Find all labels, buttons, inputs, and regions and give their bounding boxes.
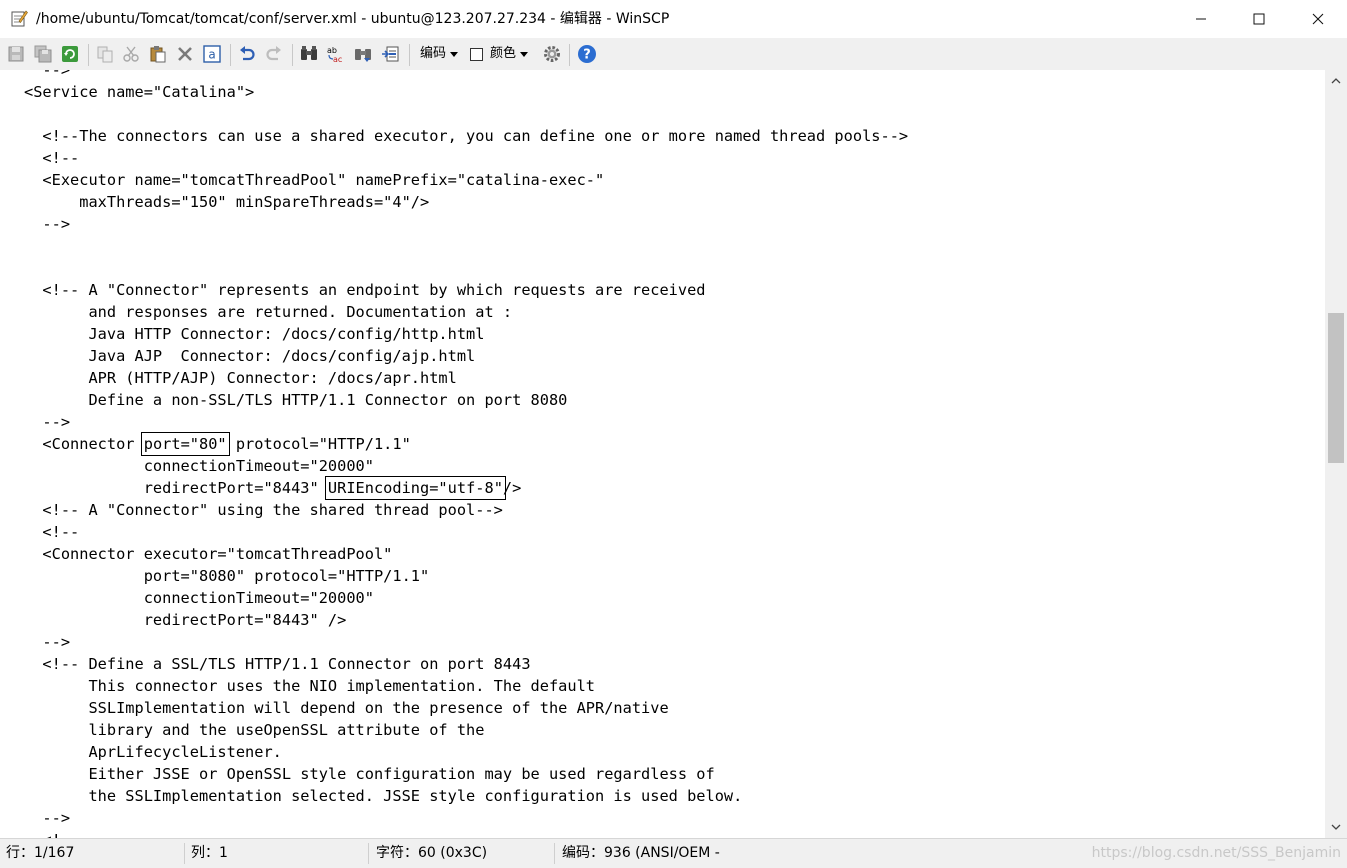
help-icon[interactable]: ? — [574, 41, 600, 67]
replace-icon[interactable]: ab ac — [323, 41, 349, 67]
code-line: port="8080" protocol="HTTP/1.1" — [24, 567, 430, 585]
copy-icon[interactable] — [92, 41, 118, 67]
code-line: Java AJP Connector: /docs/config/ajp.htm… — [24, 347, 476, 365]
encoding-dropdown[interactable]: 编码 — [420, 38, 459, 70]
status-bar: 行：1/167 列：1 字符：60 (0x3C) 编码：936 (ANSI/OE… — [0, 838, 1347, 868]
code-line: <!-- — [24, 149, 80, 167]
goto-line-icon[interactable] — [377, 41, 403, 67]
connector-line: <Connector port="80" protocol="HTTP/1.1" — [24, 432, 411, 456]
color-toggle[interactable]: 颜色 — [470, 38, 529, 70]
code-line: <Connector executor="tomcatThreadPool" — [24, 545, 393, 563]
code-line: the SSLImplementation selected. JSSE sty… — [24, 787, 743, 805]
svg-text:?: ? — [583, 48, 591, 63]
cut-icon[interactable] — [118, 41, 144, 67]
paste-icon[interactable] — [145, 41, 171, 67]
connector-line: redirectPort="8443" URIEncoding="utf-8"/… — [24, 476, 522, 500]
code-line: This connector uses the NIO implementati… — [24, 677, 595, 695]
svg-text:a: a — [208, 48, 215, 62]
delete-icon[interactable] — [172, 41, 198, 67]
find-next-icon[interactable] — [350, 41, 376, 67]
code-line: AprLifecycleListener. — [24, 743, 282, 761]
notepad-icon — [10, 9, 28, 27]
code-line: <Executor name="tomcatThreadPool" namePr… — [24, 171, 605, 189]
code-line: <Service name="Catalina"> — [24, 83, 255, 101]
vertical-scrollbar[interactable] — [1325, 70, 1347, 838]
save-icon[interactable] — [3, 41, 29, 67]
code-line: maxThreads="150" minSpareThreads="4"/> — [24, 193, 430, 211]
maximize-button[interactable] — [1230, 0, 1288, 38]
color-label: 颜色 — [490, 46, 517, 61]
code-line: connectionTimeout="20000" — [24, 589, 374, 607]
encoding-label: 编码 — [420, 46, 447, 61]
code-line: redirectPort="8443" /> — [24, 611, 347, 629]
select-all-icon[interactable]: a — [199, 41, 225, 67]
code-text: protocol="HTTP/1.1" — [226, 435, 411, 453]
svg-text:ac: ac — [333, 55, 342, 63]
gear-icon[interactable] — [539, 41, 565, 67]
code-line: SSLImplementation will depend on the pre… — [24, 699, 669, 717]
code-text: /> — [502, 479, 522, 497]
code-text: <Connector — [24, 435, 144, 453]
code-line: --> — [24, 633, 71, 651]
watermark: https://blog.csdn.net/SSS_Benjamin — [1091, 845, 1341, 861]
code-line: <!-- — [24, 523, 80, 541]
scroll-up-icon[interactable] — [1325, 72, 1347, 90]
code-line: <!-- A "Connector" using the shared thre… — [24, 501, 503, 519]
code-line: library and the useOpenSSL attribute of … — [24, 721, 485, 739]
connector-line: connectionTimeout="20000" — [24, 457, 374, 475]
status-line: 行：1/167 — [6, 845, 75, 861]
code-line: <!-- A "Connector" represents an endpoin… — [24, 281, 706, 299]
code-text: redirectPort="8443" — [24, 479, 328, 497]
code-line: Either JSSE or OpenSSL style configurati… — [24, 765, 715, 783]
close-button[interactable] — [1289, 0, 1347, 38]
toolbar: a ab ac 编码 颜色 ? — [0, 38, 1347, 71]
chevron-down-icon — [520, 51, 529, 57]
scroll-down-icon[interactable] — [1325, 818, 1347, 836]
scroll-thumb[interactable] — [1328, 313, 1344, 463]
save-all-icon[interactable] — [30, 41, 56, 67]
code-line: --> — [24, 809, 71, 827]
redo-icon[interactable] — [261, 41, 287, 67]
text-editor[interactable]: --> <Service name="Catalina"> <!--The co… — [0, 70, 1325, 838]
window-title: /home/ubuntu/Tomcat/tomcat/conf/server.x… — [36, 11, 670, 27]
status-encoding: 编码：936 (ANSI/OEM - — [562, 845, 720, 861]
status-column: 列：1 — [191, 845, 228, 861]
svg-text:ab: ab — [327, 46, 337, 55]
highlighted-uriencoding: URIEncoding="utf-8" — [324, 476, 506, 500]
chevron-down-icon — [450, 51, 459, 57]
code-line: <!-- Define a SSL/TLS HTTP/1.1 Connector… — [24, 655, 531, 673]
find-icon[interactable] — [296, 41, 322, 67]
title-bar: /home/ubuntu/Tomcat/tomcat/conf/server.x… — [0, 0, 1347, 38]
color-checkbox[interactable] — [470, 47, 483, 61]
highlighted-port: port="80" — [140, 432, 230, 456]
code-line: Define a non-SSL/TLS HTTP/1.1 Connector … — [24, 391, 568, 409]
code-line: APR (HTTP/AJP) Connector: /docs/apr.html — [24, 369, 457, 387]
code-line: and responses are returned. Documentatio… — [24, 303, 513, 321]
code-line: <!--The connectors can use a shared exec… — [24, 127, 909, 145]
code-line: --> — [24, 215, 71, 233]
status-char: 字符：60 (0x3C) — [376, 845, 488, 861]
code-line: <!-- — [24, 829, 79, 838]
undo-icon[interactable] — [234, 41, 260, 67]
minimize-button[interactable] — [1172, 0, 1230, 38]
code-line: --> — [24, 70, 71, 79]
reload-icon[interactable] — [57, 41, 83, 67]
code-line: Java HTTP Connector: /docs/config/http.h… — [24, 325, 485, 343]
code-line: --> — [24, 413, 71, 431]
